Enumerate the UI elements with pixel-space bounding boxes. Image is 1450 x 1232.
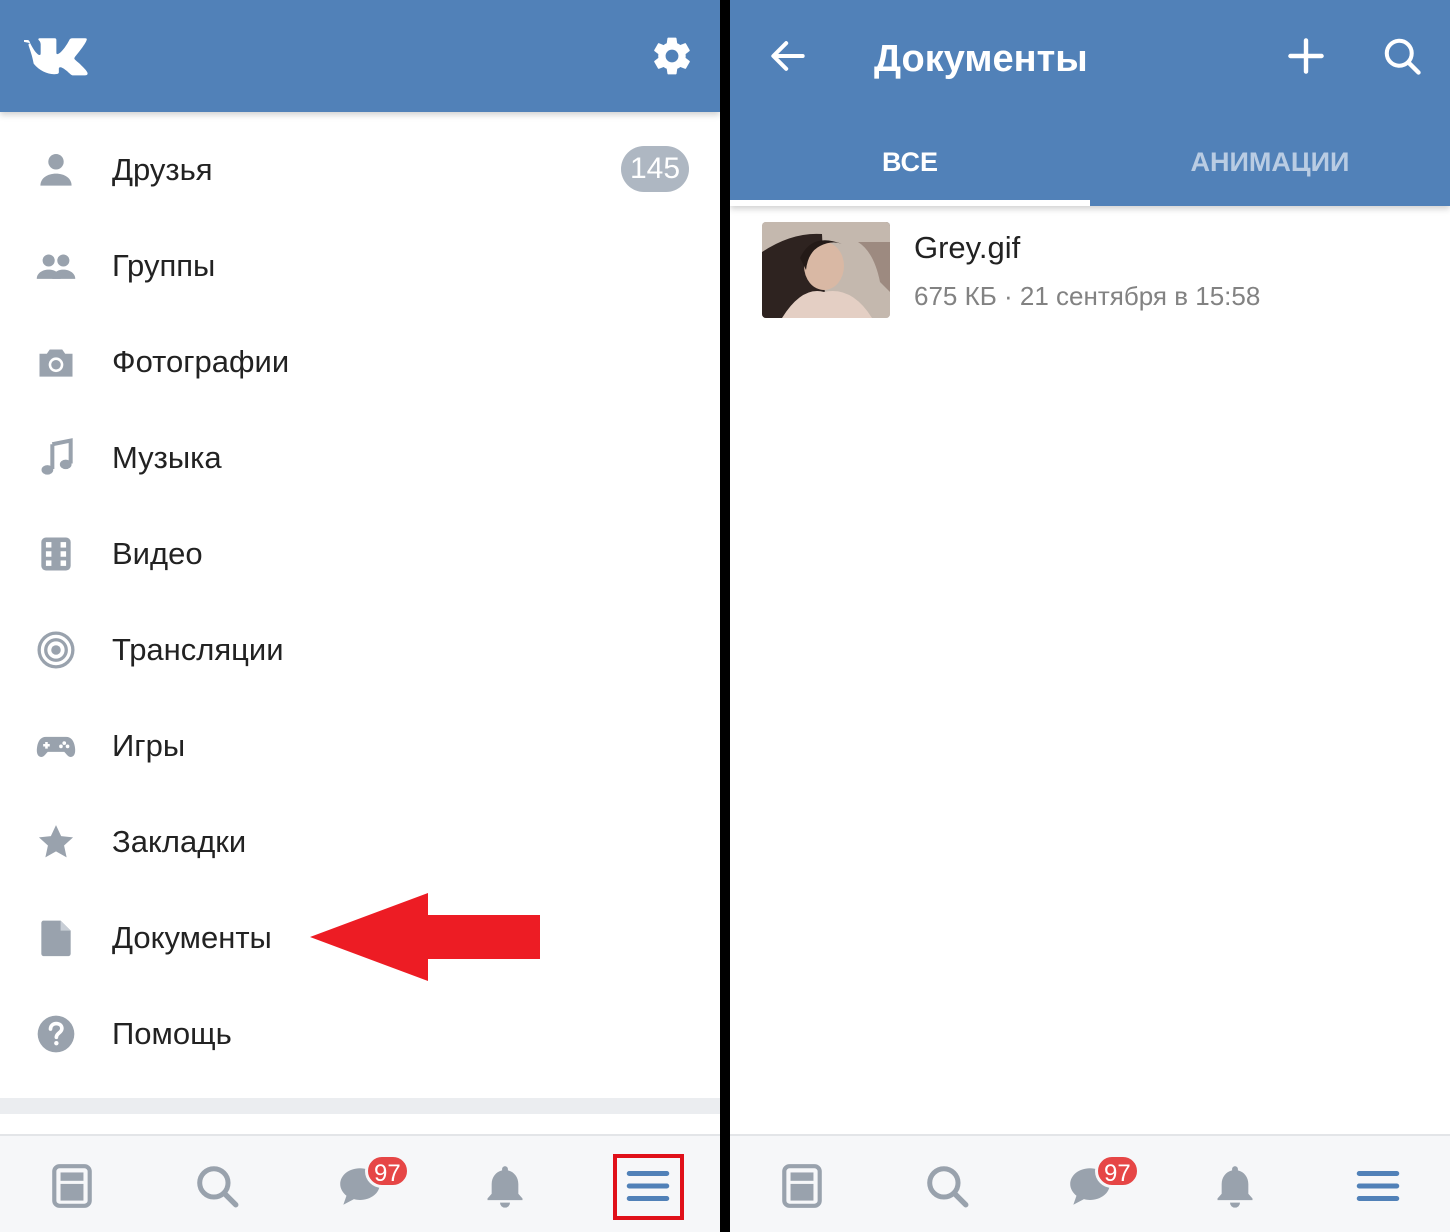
tab-animations[interactable]: АНИМАЦИИ	[1090, 140, 1450, 184]
menu-item-broadcasts[interactable]: Трансляции	[0, 602, 720, 698]
menu-item-label: Игры	[112, 728, 186, 763]
help-icon	[34, 1012, 78, 1056]
menu-item-groups[interactable]: Группы	[0, 218, 720, 314]
people-icon	[34, 244, 78, 288]
documents-header: Документы ВСЕ АНИМАЦИИ	[730, 0, 1450, 206]
menu-item-label: Закладки	[112, 824, 247, 859]
nav-notifications-button[interactable]	[475, 1156, 535, 1216]
menu-item-label: Музыка	[112, 440, 222, 475]
red-highlight-box	[613, 1154, 684, 1220]
menu-item-label: Группы	[112, 248, 216, 283]
menu-item-music[interactable]: Музыка	[0, 410, 720, 506]
search-icon[interactable]	[1380, 34, 1424, 78]
news-feed-icon	[782, 1164, 822, 1208]
active-tab-indicator	[730, 200, 1090, 206]
nav-menu-button[interactable]	[1348, 1156, 1408, 1216]
menu-item-games[interactable]: Игры	[0, 698, 720, 794]
menu-screen: Друзья 145 Группы Фотографии Музыка Виде…	[0, 0, 720, 1232]
back-arrow-icon[interactable]	[766, 34, 810, 78]
messages-count-badge: 97	[1095, 1154, 1140, 1188]
nav-notifications-button[interactable]	[1205, 1156, 1265, 1216]
menu-header	[0, 0, 720, 112]
gamepad-icon	[34, 724, 78, 768]
star-icon	[34, 820, 78, 864]
menu-item-bookmarks[interactable]: Закладки	[0, 794, 720, 890]
camera-icon	[34, 340, 78, 384]
menu-item-label: Друзья	[112, 152, 213, 187]
document-name: Grey.gif	[914, 230, 1021, 265]
menu-item-label: Видео	[112, 536, 203, 571]
news-feed-icon	[52, 1164, 92, 1208]
page-title: Документы	[874, 38, 1088, 80]
settings-gear-icon[interactable]	[650, 34, 694, 78]
tab-all[interactable]: ВСЕ	[730, 140, 1090, 184]
bottom-navigation: 97	[730, 1134, 1450, 1232]
red-annotation-arrow	[310, 893, 540, 981]
menu-item-label: Трансляции	[112, 632, 284, 667]
friends-count-badge: 145	[621, 146, 689, 192]
bell-icon	[487, 1166, 523, 1208]
hamburger-menu-icon	[1356, 1171, 1400, 1201]
broadcast-icon	[34, 628, 78, 672]
menu-item-friends[interactable]: Друзья 145	[0, 122, 720, 218]
bell-icon	[1217, 1166, 1253, 1208]
document-thumbnail	[762, 222, 890, 318]
menu-divider	[0, 1098, 720, 1114]
add-icon[interactable]	[1284, 34, 1328, 78]
nav-search-button[interactable]	[917, 1156, 977, 1216]
music-note-icon	[34, 436, 78, 480]
bottom-navigation: 97	[0, 1134, 720, 1232]
search-icon	[197, 1166, 239, 1208]
documents-screen: Документы ВСЕ АНИМАЦИИ Grey.gif 675 КБ ·…	[730, 0, 1450, 1232]
thumbnail-image	[762, 222, 890, 318]
film-icon	[34, 532, 78, 576]
vk-logo-icon	[24, 38, 88, 76]
messages-count-badge: 97	[365, 1154, 410, 1188]
search-icon	[927, 1166, 969, 1208]
menu-item-label: Помощь	[112, 1016, 232, 1051]
document-meta: 675 КБ · 21 сентября в 15:58	[914, 281, 1261, 311]
document-icon	[34, 916, 78, 960]
document-item[interactable]: Grey.gif 675 КБ · 21 сентября в 15:58	[730, 222, 1450, 322]
menu-item-help[interactable]: Помощь	[0, 986, 720, 1082]
menu-item-photos[interactable]: Фотографии	[0, 314, 720, 410]
nav-news-button[interactable]	[42, 1156, 102, 1216]
menu-item-label: Документы	[112, 920, 272, 955]
menu-item-label: Фотографии	[112, 344, 290, 379]
person-icon	[34, 148, 78, 192]
nav-news-button[interactable]	[772, 1156, 832, 1216]
nav-search-button[interactable]	[187, 1156, 247, 1216]
menu-item-video[interactable]: Видео	[0, 506, 720, 602]
